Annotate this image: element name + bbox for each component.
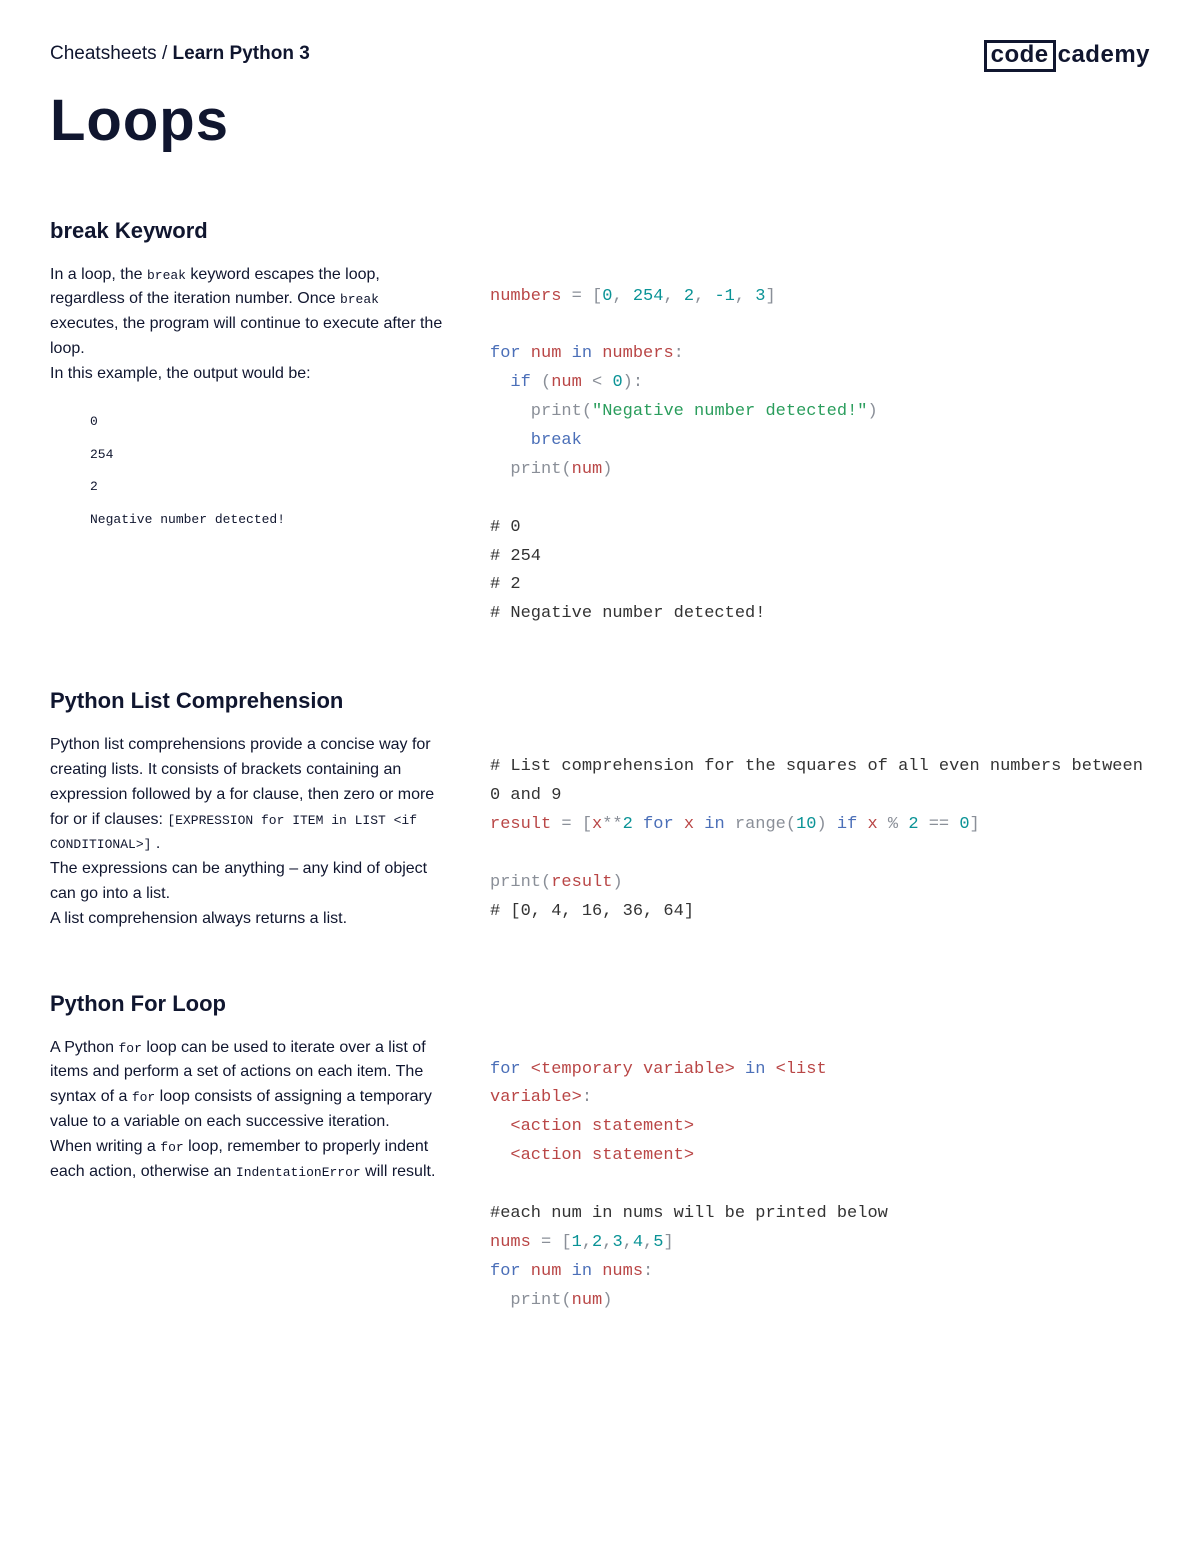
inline-code: for	[119, 1041, 142, 1056]
breadcrumb: Cheatsheets / Learn Python 3	[50, 40, 310, 69]
logo-box: code	[984, 40, 1056, 72]
logo-rest: cademy	[1056, 43, 1150, 69]
section-list-comprehension: Python List Comprehension Python list co…	[50, 684, 1150, 931]
prose: A Python for loop can be used to iterate…	[50, 1036, 450, 1185]
output-line: Negative number detected!	[90, 504, 450, 537]
prose: Python list comprehensions provide a con…	[50, 733, 450, 931]
logo: codecademy	[984, 40, 1150, 72]
breadcrumb-current: Learn Python 3	[173, 43, 310, 64]
breadcrumb-prefix: Cheatsheets /	[50, 43, 173, 64]
section-heading: Python List Comprehension	[50, 684, 1150, 717]
output-block: 0 254 2 Negative number detected!	[50, 406, 450, 536]
code-block: for <temporary variable> in <list variab…	[490, 1056, 1150, 1316]
inline-code: for	[132, 1090, 155, 1105]
inline-code: for	[160, 1140, 183, 1155]
code-block: numbers = [0, 254, 2, -1, 3] for num in …	[490, 283, 1150, 630]
header: Cheatsheets / Learn Python 3 Loops codec…	[50, 40, 1150, 214]
section-heading: Python For Loop	[50, 987, 1150, 1020]
prose: In a loop, the break keyword escapes the…	[50, 263, 450, 387]
inline-code: break	[340, 292, 379, 307]
inline-code: IndentationError	[236, 1165, 361, 1180]
inline-code: break	[147, 268, 186, 283]
page-title: Loops	[50, 77, 310, 164]
output-line: 0	[90, 406, 450, 439]
code-block: # List comprehension for the squares of …	[490, 753, 1150, 926]
section-break-keyword: break Keyword In a loop, the break keywo…	[50, 214, 1150, 630]
section-heading: break Keyword	[50, 214, 1150, 247]
output-line: 2	[90, 471, 450, 504]
output-line: 254	[90, 439, 450, 472]
section-for-loop: Python For Loop A Python for loop can be…	[50, 987, 1150, 1316]
